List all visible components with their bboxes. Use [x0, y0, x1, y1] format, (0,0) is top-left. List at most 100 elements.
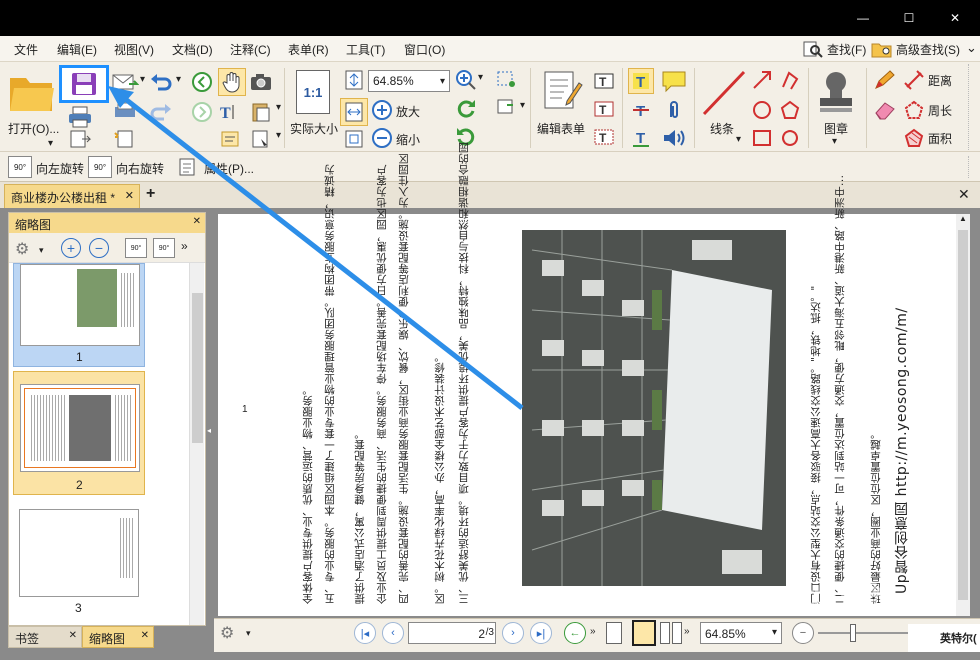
menu-comment[interactable]: 注释(C): [230, 41, 271, 57]
forward-icon[interactable]: [190, 100, 214, 124]
thumbnail-3[interactable]: 3: [13, 509, 145, 621]
open-dropdown-icon[interactable]: ▾: [48, 138, 53, 149]
polygon-icon[interactable]: [778, 98, 802, 122]
page-tool-dropdown-icon[interactable]: ▾: [276, 130, 281, 141]
properties-button[interactable]: 属性(P)...: [204, 160, 254, 177]
edit-form-icon[interactable]: [540, 68, 584, 112]
chevron-down-icon[interactable]: »: [590, 626, 596, 637]
stamp-icon[interactable]: [814, 68, 858, 116]
scroll-up-icon[interactable]: ▲: [959, 214, 967, 223]
menu-document[interactable]: 文档(D): [172, 41, 213, 57]
first-page-icon[interactable]: |◂: [354, 622, 376, 644]
gear-icon[interactable]: ⚙: [15, 239, 29, 259]
zoom-select[interactable]: 64.85% ▾: [700, 622, 782, 644]
pencil-icon[interactable]: [872, 68, 898, 92]
stamp-label[interactable]: 图章: [824, 120, 848, 137]
close-icon[interactable]: ✕: [141, 630, 149, 641]
chevron-down-icon[interactable]: »: [181, 239, 188, 253]
callout-icon[interactable]: T: [592, 126, 616, 148]
ellipse-icon[interactable]: [750, 98, 774, 122]
perimeter-label[interactable]: 周长: [928, 102, 952, 119]
zoom-slider[interactable]: [818, 632, 908, 634]
facing-page-icon[interactable]: [672, 622, 682, 644]
email-dropdown-icon[interactable]: ▾: [140, 74, 145, 85]
menu-window[interactable]: 窗口(O): [404, 41, 445, 57]
zoom-out-icon[interactable]: −: [792, 622, 814, 644]
zoom-in-icon[interactable]: [454, 68, 478, 92]
arrow-tool-icon[interactable]: [750, 68, 774, 92]
menu-edit[interactable]: 编辑(E): [57, 41, 97, 57]
actual-size-icon[interactable]: 1:1: [296, 70, 330, 114]
save-button[interactable]: [59, 65, 109, 103]
thumbnail-scrollbar[interactable]: [189, 263, 204, 625]
close-icon[interactable]: ✕: [193, 216, 201, 227]
new-doc-icon[interactable]: [110, 128, 140, 150]
open-button-label[interactable]: 打开(O)...: [8, 120, 59, 137]
rectangle-icon[interactable]: [750, 126, 774, 150]
page-tool-icon[interactable]: [248, 128, 274, 150]
marquee-icon[interactable]: [494, 68, 518, 90]
strikeout-icon[interactable]: T: [628, 98, 654, 122]
thumbnail-2[interactable]: 2: [13, 371, 145, 495]
perimeter-icon[interactable]: [902, 98, 926, 122]
distance-label[interactable]: 距离: [928, 72, 952, 89]
stamp-dropdown-icon[interactable]: ▾: [832, 136, 837, 147]
close-icon[interactable]: ✕: [69, 630, 77, 641]
rotate-right-icon[interactable]: 90°: [153, 238, 175, 258]
area-icon[interactable]: [902, 126, 926, 150]
redo-icon[interactable]: [148, 100, 174, 124]
zoom-out-button-icon[interactable]: [370, 126, 394, 150]
gear-dropdown-icon[interactable]: ▾: [246, 628, 251, 639]
menu-file[interactable]: 文件: [14, 41, 38, 57]
panel-collapse-icon[interactable]: ◂: [207, 426, 211, 435]
zoom-out-label[interactable]: 缩小: [396, 131, 420, 148]
chevron-down-icon[interactable]: »: [684, 626, 690, 637]
tab-thumbnails[interactable]: 缩略图 ✕: [82, 626, 154, 648]
line-dropdown-icon[interactable]: ▾: [736, 134, 741, 145]
fit-visible-icon[interactable]: [342, 128, 366, 150]
close-icon[interactable]: ✕: [125, 189, 134, 202]
last-page-icon[interactable]: ▸|: [530, 622, 552, 644]
toolbar-gripper[interactable]: [968, 64, 976, 150]
rotate-cw-icon[interactable]: [454, 96, 478, 120]
next-page-icon[interactable]: ›: [502, 622, 524, 644]
single-page-icon[interactable]: [606, 622, 622, 644]
sound-icon[interactable]: [660, 126, 688, 150]
tab-bookmarks[interactable]: 书签 ✕: [8, 626, 82, 648]
back-icon[interactable]: ←: [564, 622, 586, 644]
rotate-view-icon[interactable]: [494, 96, 518, 118]
search-button[interactable]: 查找(F): [827, 41, 866, 57]
print-icon[interactable]: [66, 105, 94, 129]
underline-icon[interactable]: T: [628, 126, 654, 150]
close-all-icon[interactable]: ✕: [958, 186, 970, 203]
facing-page-icon[interactable]: [660, 622, 670, 644]
actual-size-label[interactable]: 实际大小: [290, 120, 338, 137]
zoom-dropdown-icon[interactable]: ▾: [478, 72, 483, 83]
open-folder-icon[interactable]: [8, 72, 56, 114]
scan-icon[interactable]: [110, 100, 140, 124]
tab-document[interactable]: 商业楼办公楼出租 * ✕: [4, 184, 140, 208]
eraser-icon[interactable]: [872, 98, 898, 122]
continuous-page-icon[interactable]: [632, 620, 656, 646]
typewriter-icon[interactable]: [218, 128, 244, 150]
new-tab-icon[interactable]: +: [146, 185, 155, 203]
page-number-field[interactable]: 2 /3: [408, 622, 496, 644]
page-scrollbar[interactable]: ▲: [956, 214, 970, 616]
minimize-button[interactable]: —: [840, 0, 886, 36]
scrollbar-thumb[interactable]: [958, 230, 968, 600]
line-tool-icon[interactable]: [700, 68, 748, 118]
zoom-select[interactable]: 64.85% ▾: [368, 70, 450, 92]
undo-icon[interactable]: [148, 70, 174, 94]
zoom-slider-handle[interactable]: [850, 624, 856, 642]
hand-tool-icon[interactable]: [218, 68, 246, 96]
scrollbar-thumb[interactable]: [192, 293, 203, 443]
highlight-text-icon[interactable]: T: [628, 68, 654, 94]
rotate-left-button[interactable]: 向左旋转: [36, 160, 84, 177]
text-box-icon[interactable]: T: [592, 98, 616, 120]
zoom-in-label[interactable]: 放大: [396, 103, 420, 120]
line-label[interactable]: 线条: [710, 120, 734, 137]
text-field-icon[interactable]: T: [592, 70, 616, 92]
toolbar-gripper[interactable]: [968, 156, 969, 178]
rotate-right-button[interactable]: 向右旋转: [116, 160, 164, 177]
rotate-left-icon[interactable]: 90°: [125, 238, 147, 258]
